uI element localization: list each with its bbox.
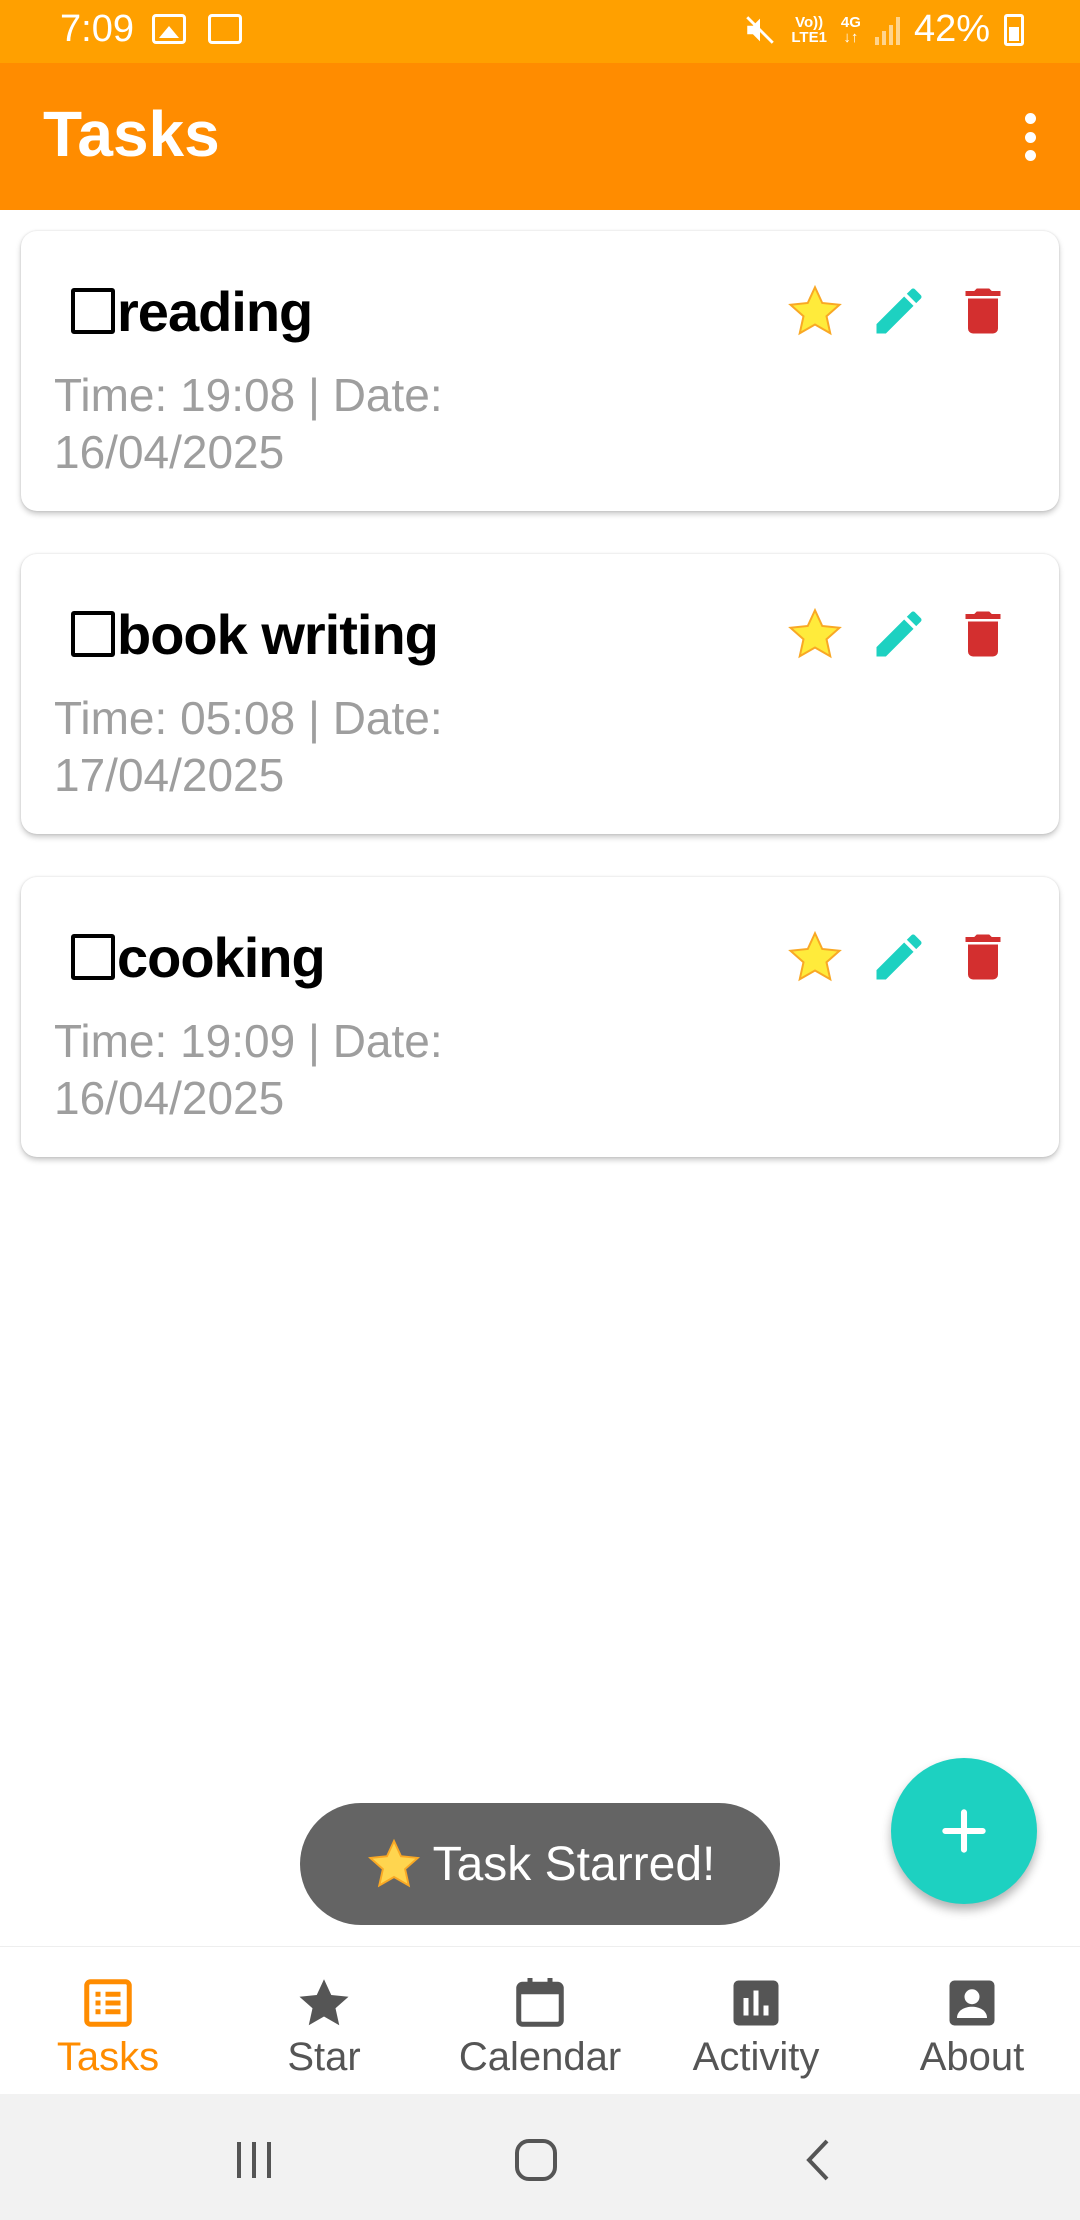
task-card[interactable]: reading Time: 19:08 | Date: 16/04/2025 xyxy=(21,231,1059,511)
status-bar: 7:09 Vo)) LTE1 4G ↓↑ 42% xyxy=(0,0,1080,63)
star-icon xyxy=(365,1835,423,1893)
task-card[interactable]: book writing Time: 05:08 | Date: 17/04/2… xyxy=(21,554,1059,834)
data-arrows-icon: ↓↑ xyxy=(843,28,859,46)
edit-button[interactable] xyxy=(867,602,931,666)
star-button[interactable] xyxy=(783,925,847,989)
nav-tab-calendar[interactable]: Calendar xyxy=(432,1947,648,2094)
signal-icon xyxy=(874,15,900,45)
task-checkbox[interactable] xyxy=(71,934,115,980)
network-type-label: 4G xyxy=(840,13,861,31)
task-card[interactable]: cooking Time: 19:09 | Date: 16/04/2025 xyxy=(21,877,1059,1157)
back-icon xyxy=(806,2139,829,2181)
status-notification-icons xyxy=(152,14,242,44)
mute-icon xyxy=(746,15,775,44)
star-icon xyxy=(788,930,842,982)
edit-button[interactable] xyxy=(867,925,931,989)
gallery-notification-icon xyxy=(152,14,186,44)
bottom-navigation: Tasks Star Calendar Activity About xyxy=(0,1946,1080,2094)
system-navigation-bar xyxy=(0,2094,1080,2220)
toast-message: Task Starred! xyxy=(300,1803,780,1925)
overflow-dot-icon xyxy=(1024,113,1036,124)
overflow-dot-icon xyxy=(1024,131,1036,143)
back-button[interactable] xyxy=(788,2130,848,2190)
status-right-group: Vo)) LTE1 4G ↓↑ 42% xyxy=(743,8,1024,51)
task-meta: Time: 05:08 | Date: 17/04/2025 xyxy=(54,692,443,801)
task-title: book writing xyxy=(117,603,439,666)
network-type: 4G ↓↑ xyxy=(841,15,861,45)
task-title: cooking xyxy=(117,926,326,989)
plus-icon xyxy=(942,1809,986,1853)
overflow-menu-button[interactable] xyxy=(1010,107,1050,167)
overflow-dot-icon xyxy=(1024,150,1036,161)
account-box-icon xyxy=(949,1980,995,2026)
nav-label: Activity xyxy=(692,2035,820,2079)
volte-indicator: Vo)) LTE1 xyxy=(791,15,827,45)
task-checkbox[interactable] xyxy=(71,611,115,657)
nav-label: About xyxy=(919,2035,1025,2079)
task-checkbox[interactable] xyxy=(71,288,115,334)
delete-button[interactable] xyxy=(951,925,1015,989)
nav-tab-tasks[interactable]: Tasks xyxy=(0,1947,216,2094)
status-time: 7:09 xyxy=(60,8,134,50)
star-button[interactable] xyxy=(783,279,847,343)
screen: 7:09 Vo)) LTE1 4G ↓↑ 42% Tasks reading T… xyxy=(0,0,1080,2220)
home-button[interactable] xyxy=(506,2130,566,2190)
page-title: Tasks xyxy=(43,98,220,170)
nav-tab-about[interactable]: About xyxy=(864,1947,1080,2094)
volte-line1: Vo)) xyxy=(795,13,824,31)
add-task-button[interactable] xyxy=(891,1758,1037,1904)
delete-button[interactable] xyxy=(951,279,1015,343)
toast-text: Task Starred! xyxy=(432,1837,716,1891)
nav-label: Calendar xyxy=(458,2035,622,2079)
star-icon xyxy=(299,1979,349,2026)
list-icon xyxy=(84,1979,132,2027)
volte-line2: LTE1 xyxy=(791,28,827,46)
recents-button[interactable] xyxy=(224,2130,284,2190)
trash-icon xyxy=(965,934,1001,980)
task-meta: Time: 19:09 | Date: 16/04/2025 xyxy=(54,1015,443,1124)
recents-icon xyxy=(237,2142,271,2178)
pencil-icon xyxy=(876,288,922,334)
battery-percent: 42% xyxy=(913,8,990,50)
nav-tab-activity[interactable]: Activity xyxy=(648,1947,864,2094)
trash-icon xyxy=(965,288,1001,334)
battery-icon xyxy=(1004,13,1024,46)
nav-label: Tasks xyxy=(56,2035,160,2079)
nav-tab-star[interactable]: Star xyxy=(216,1947,432,2094)
calendar-icon xyxy=(516,1978,564,2027)
pencil-icon xyxy=(876,611,922,657)
wifi-hotspot-notification-icon xyxy=(208,14,242,44)
edit-button[interactable] xyxy=(867,279,931,343)
nav-label: Star xyxy=(287,2035,361,2079)
app-bar: Tasks xyxy=(0,63,1080,210)
star-icon xyxy=(788,607,842,659)
star-icon xyxy=(788,284,842,336)
task-meta: Time: 19:08 | Date: 16/04/2025 xyxy=(54,369,443,478)
star-button[interactable] xyxy=(783,602,847,666)
trash-icon xyxy=(965,611,1001,657)
task-title: reading xyxy=(117,280,313,343)
delete-button[interactable] xyxy=(951,602,1015,666)
pencil-icon xyxy=(876,934,922,980)
home-icon xyxy=(515,2139,557,2181)
bar-chart-icon xyxy=(733,1980,779,2026)
